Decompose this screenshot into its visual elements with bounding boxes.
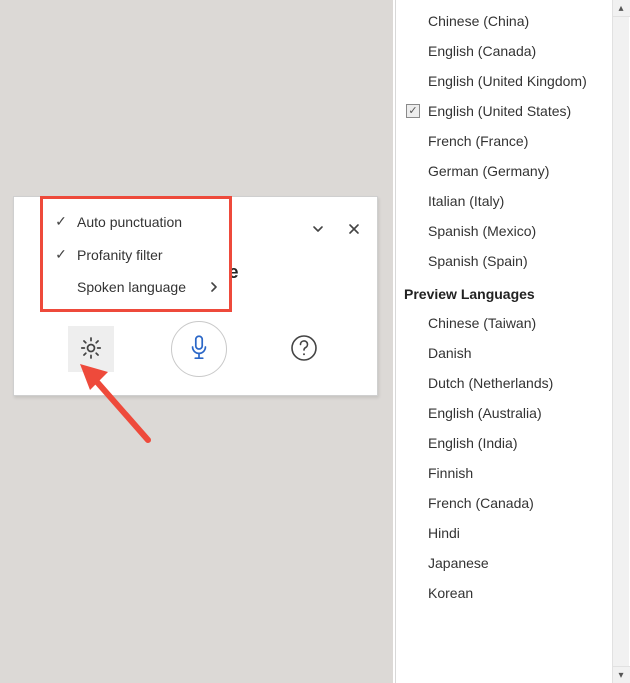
- help-icon: [289, 333, 319, 366]
- chevron-down-icon[interactable]: [310, 221, 326, 237]
- language-label: Japanese: [428, 555, 489, 571]
- language-option[interactable]: English (Canada): [396, 36, 612, 66]
- language-option[interactable]: Italian (Italy): [396, 186, 612, 216]
- check-icon: ✓: [53, 213, 69, 230]
- language-option[interactable]: Dutch (Netherlands): [396, 368, 612, 398]
- language-label: French (Canada): [428, 495, 534, 511]
- language-label: Danish: [428, 345, 472, 361]
- menu-item-profanity-filter[interactable]: ✓ Profanity filter: [43, 238, 229, 271]
- language-label: English (Canada): [428, 43, 536, 59]
- language-label: Italian (Italy): [428, 193, 504, 209]
- language-option[interactable]: English (India): [396, 428, 612, 458]
- language-option[interactable]: French (Canada): [396, 488, 612, 518]
- language-option[interactable]: English (Australia): [396, 398, 612, 428]
- language-option[interactable]: Hindi: [396, 518, 612, 548]
- menu-item-spoken-language[interactable]: Spoken language: [43, 271, 229, 303]
- language-option[interactable]: Japanese: [396, 548, 612, 578]
- menu-item-auto-punctuation[interactable]: ✓ Auto punctuation: [43, 205, 229, 238]
- settings-popup: ✓ Auto punctuation ✓ Profanity filter Sp…: [40, 196, 232, 312]
- language-label: English (India): [428, 435, 518, 451]
- language-label: Korean: [428, 585, 473, 601]
- scroll-up-icon[interactable]: ▴: [613, 0, 630, 17]
- help-button[interactable]: [284, 329, 324, 369]
- chevron-right-icon: [209, 279, 219, 295]
- microphone-icon: [186, 333, 212, 366]
- language-panel: Chinese (China) English (Canada) English…: [395, 0, 629, 683]
- language-label: Dutch (Netherlands): [428, 375, 553, 391]
- language-label: German (Germany): [428, 163, 549, 179]
- card-topbar: [310, 221, 362, 237]
- language-option[interactable]: Finnish: [396, 458, 612, 488]
- language-label: French (France): [428, 133, 528, 149]
- language-option[interactable]: German (Germany): [396, 156, 612, 186]
- language-option[interactable]: Spanish (Mexico): [396, 216, 612, 246]
- scrollbar[interactable]: ▴ ▾: [612, 0, 629, 683]
- card-actions: [14, 321, 377, 377]
- checkbox-checked-icon: ✓: [406, 104, 420, 118]
- language-label: English (Australia): [428, 405, 542, 421]
- language-option[interactable]: English (United Kingdom): [396, 66, 612, 96]
- language-option[interactable]: Danish: [396, 338, 612, 368]
- menu-item-label: Auto punctuation: [77, 214, 182, 230]
- language-option[interactable]: French (France): [396, 126, 612, 156]
- check-icon: ✓: [53, 246, 69, 263]
- language-option[interactable]: Chinese (Taiwan): [396, 308, 612, 338]
- close-icon[interactable]: [346, 221, 362, 237]
- language-label: Spanish (Mexico): [428, 223, 536, 239]
- microphone-button[interactable]: [171, 321, 227, 377]
- language-list: Chinese (China) English (Canada) English…: [396, 0, 612, 683]
- preview-languages-header: Preview Languages: [396, 276, 612, 308]
- language-option[interactable]: Korean: [396, 578, 612, 608]
- language-label: Spanish (Spain): [428, 253, 528, 269]
- language-label: English (United Kingdom): [428, 73, 587, 89]
- menu-item-label: Spoken language: [77, 279, 186, 295]
- gear-icon: [78, 335, 104, 364]
- language-label: Chinese (Taiwan): [428, 315, 536, 331]
- settings-button[interactable]: [68, 326, 114, 372]
- menu-item-label: Profanity filter: [77, 247, 163, 263]
- language-option-selected[interactable]: ✓ English (United States): [396, 96, 612, 126]
- language-label: Finnish: [428, 465, 473, 481]
- stage: to resume: [0, 0, 630, 683]
- language-label: Hindi: [428, 525, 460, 541]
- language-option[interactable]: Spanish (Spain): [396, 246, 612, 276]
- scroll-down-icon[interactable]: ▾: [613, 666, 630, 683]
- language-label: English (United States): [428, 103, 571, 119]
- language-option[interactable]: Chinese (China): [396, 6, 612, 36]
- language-label: Chinese (China): [428, 13, 529, 29]
